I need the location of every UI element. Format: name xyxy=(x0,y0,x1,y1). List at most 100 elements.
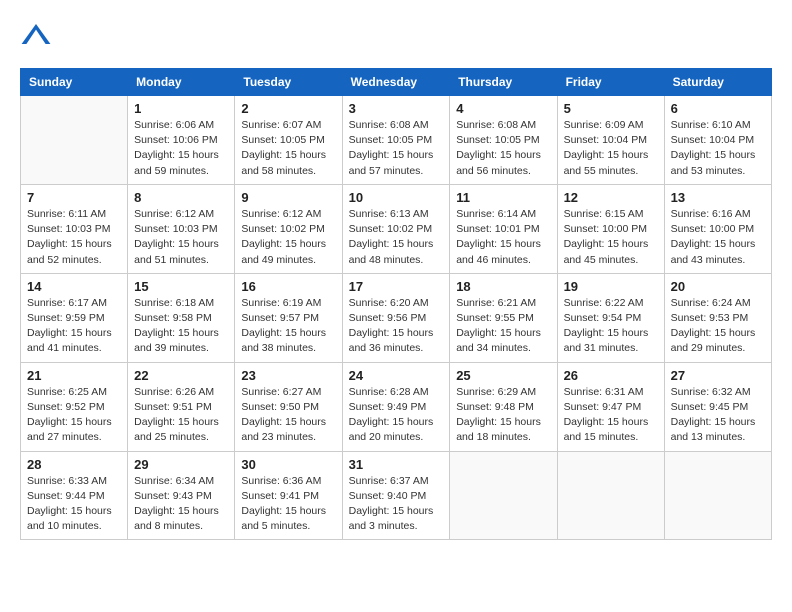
day-info: Sunrise: 6:11 AMSunset: 10:03 PMDaylight… xyxy=(27,207,121,268)
day-info: Sunrise: 6:32 AMSunset: 9:45 PMDaylight:… xyxy=(671,385,765,446)
day-number: 5 xyxy=(564,101,658,116)
day-info: Sunrise: 6:20 AMSunset: 9:56 PMDaylight:… xyxy=(349,296,444,357)
calendar-cell: 25 Sunrise: 6:29 AMSunset: 9:48 PMDayligh… xyxy=(450,362,557,451)
calendar-cell: 14 Sunrise: 6:17 AMSunset: 9:59 PMDayligh… xyxy=(21,273,128,362)
day-number: 13 xyxy=(671,190,765,205)
day-number: 9 xyxy=(241,190,335,205)
day-number: 19 xyxy=(564,279,658,294)
day-info: Sunrise: 6:09 AMSunset: 10:04 PMDaylight… xyxy=(564,118,658,179)
day-number: 14 xyxy=(27,279,121,294)
calendar-header-sunday: Sunday xyxy=(21,69,128,96)
day-info: Sunrise: 6:07 AMSunset: 10:05 PMDaylight… xyxy=(241,118,335,179)
calendar-week-row-3: 14 Sunrise: 6:17 AMSunset: 9:59 PMDayligh… xyxy=(21,273,772,362)
day-number: 28 xyxy=(27,457,121,472)
day-info: Sunrise: 6:25 AMSunset: 9:52 PMDaylight:… xyxy=(27,385,121,446)
calendar-cell: 20Sunrise: 6:24 AMSunset: 9:53 PMDayligh… xyxy=(664,273,771,362)
calendar-cell: 29 Sunrise: 6:34 AMSunset: 9:43 PMDayligh… xyxy=(128,451,235,540)
day-info: Sunrise: 6:36 AMSunset: 9:41 PMDaylight:… xyxy=(241,474,335,535)
day-info: Sunrise: 6:08 AMSunset: 10:05 PMDaylight… xyxy=(349,118,444,179)
day-info: Sunrise: 6:13 AMSunset: 10:02 PMDaylight… xyxy=(349,207,444,268)
calendar-cell: 18Sunrise: 6:21 AMSunset: 9:55 PMDayligh… xyxy=(450,273,557,362)
calendar-cell: 24 Sunrise: 6:28 AMSunset: 9:49 PMDayligh… xyxy=(342,362,450,451)
day-info: Sunrise: 6:12 AMSunset: 10:02 PMDaylight… xyxy=(241,207,335,268)
calendar-cell: 31 Sunrise: 6:37 AMSunset: 9:40 PMDayligh… xyxy=(342,451,450,540)
calendar-cell: 1Sunrise: 6:06 AMSunset: 10:06 PMDayligh… xyxy=(128,96,235,185)
calendar-week-row-4: 21 Sunrise: 6:25 AMSunset: 9:52 PMDayligh… xyxy=(21,362,772,451)
logo-icon xyxy=(20,20,52,52)
page-header xyxy=(20,20,772,52)
day-number: 29 xyxy=(134,457,228,472)
day-number: 27 xyxy=(671,368,765,383)
calendar-header-wednesday: Wednesday xyxy=(342,69,450,96)
calendar-cell: 17 Sunrise: 6:20 AMSunset: 9:56 PMDayligh… xyxy=(342,273,450,362)
calendar-cell: 13 Sunrise: 6:16 AMSunset: 10:00 PMDaylig… xyxy=(664,184,771,273)
calendar-cell: 5 Sunrise: 6:09 AMSunset: 10:04 PMDayligh… xyxy=(557,96,664,185)
day-info: Sunrise: 6:17 AMSunset: 9:59 PMDaylight:… xyxy=(27,296,121,357)
calendar-cell: 6Sunrise: 6:10 AMSunset: 10:04 PMDayligh… xyxy=(664,96,771,185)
calendar-cell: 15Sunrise: 6:18 AMSunset: 9:58 PMDayligh… xyxy=(128,273,235,362)
day-number: 16 xyxy=(241,279,335,294)
day-number: 1 xyxy=(134,101,228,116)
calendar-cell: 23Sunrise: 6:27 AMSunset: 9:50 PMDayligh… xyxy=(235,362,342,451)
day-info: Sunrise: 6:16 AMSunset: 10:00 PMDaylight… xyxy=(671,207,765,268)
day-info: Sunrise: 6:18 AMSunset: 9:58 PMDaylight:… xyxy=(134,296,228,357)
calendar-cell: 28 Sunrise: 6:33 AMSunset: 9:44 PMDayligh… xyxy=(21,451,128,540)
calendar-cell: 4Sunrise: 6:08 AMSunset: 10:05 PMDayligh… xyxy=(450,96,557,185)
day-number: 21 xyxy=(27,368,121,383)
day-number: 26 xyxy=(564,368,658,383)
calendar-cell: 27 Sunrise: 6:32 AMSunset: 9:45 PMDayligh… xyxy=(664,362,771,451)
logo xyxy=(20,20,58,52)
day-info: Sunrise: 6:26 AMSunset: 9:51 PMDaylight:… xyxy=(134,385,228,446)
calendar-cell xyxy=(664,451,771,540)
calendar-cell: 2 Sunrise: 6:07 AMSunset: 10:05 PMDayligh… xyxy=(235,96,342,185)
calendar-cell: 10Sunrise: 6:13 AMSunset: 10:02 PMDaylig… xyxy=(342,184,450,273)
calendar-week-row-2: 7 Sunrise: 6:11 AMSunset: 10:03 PMDayligh… xyxy=(21,184,772,273)
calendar-header-monday: Monday xyxy=(128,69,235,96)
calendar-header-thursday: Thursday xyxy=(450,69,557,96)
day-info: Sunrise: 6:19 AMSunset: 9:57 PMDaylight:… xyxy=(241,296,335,357)
day-number: 24 xyxy=(349,368,444,383)
day-info: Sunrise: 6:22 AMSunset: 9:54 PMDaylight:… xyxy=(564,296,658,357)
day-number: 2 xyxy=(241,101,335,116)
day-info: Sunrise: 6:08 AMSunset: 10:05 PMDaylight… xyxy=(456,118,550,179)
day-info: Sunrise: 6:33 AMSunset: 9:44 PMDaylight:… xyxy=(27,474,121,535)
calendar-cell xyxy=(21,96,128,185)
calendar-header-saturday: Saturday xyxy=(664,69,771,96)
day-number: 17 xyxy=(349,279,444,294)
day-info: Sunrise: 6:29 AMSunset: 9:48 PMDaylight:… xyxy=(456,385,550,446)
calendar-cell: 11 Sunrise: 6:14 AMSunset: 10:01 PMDaylig… xyxy=(450,184,557,273)
day-number: 11 xyxy=(456,190,550,205)
day-info: Sunrise: 6:14 AMSunset: 10:01 PMDaylight… xyxy=(456,207,550,268)
calendar-header-row: SundayMondayTuesdayWednesdayThursdayFrid… xyxy=(21,69,772,96)
day-info: Sunrise: 6:37 AMSunset: 9:40 PMDaylight:… xyxy=(349,474,444,535)
day-number: 31 xyxy=(349,457,444,472)
day-info: Sunrise: 6:28 AMSunset: 9:49 PMDaylight:… xyxy=(349,385,444,446)
day-number: 12 xyxy=(564,190,658,205)
day-info: Sunrise: 6:15 AMSunset: 10:00 PMDaylight… xyxy=(564,207,658,268)
calendar-cell: 19 Sunrise: 6:22 AMSunset: 9:54 PMDayligh… xyxy=(557,273,664,362)
calendar-cell: 30 Sunrise: 6:36 AMSunset: 9:41 PMDayligh… xyxy=(235,451,342,540)
day-number: 30 xyxy=(241,457,335,472)
day-number: 7 xyxy=(27,190,121,205)
day-number: 3 xyxy=(349,101,444,116)
calendar-cell: 22 Sunrise: 6:26 AMSunset: 9:51 PMDayligh… xyxy=(128,362,235,451)
calendar-cell: 21 Sunrise: 6:25 AMSunset: 9:52 PMDayligh… xyxy=(21,362,128,451)
calendar-week-row-1: 1Sunrise: 6:06 AMSunset: 10:06 PMDayligh… xyxy=(21,96,772,185)
calendar-cell: 12 Sunrise: 6:15 AMSunset: 10:00 PMDaylig… xyxy=(557,184,664,273)
day-info: Sunrise: 6:10 AMSunset: 10:04 PMDaylight… xyxy=(671,118,765,179)
calendar-cell: 16 Sunrise: 6:19 AMSunset: 9:57 PMDayligh… xyxy=(235,273,342,362)
day-info: Sunrise: 6:31 AMSunset: 9:47 PMDaylight:… xyxy=(564,385,658,446)
day-info: Sunrise: 6:34 AMSunset: 9:43 PMDaylight:… xyxy=(134,474,228,535)
day-info: Sunrise: 6:12 AMSunset: 10:03 PMDaylight… xyxy=(134,207,228,268)
calendar-cell xyxy=(450,451,557,540)
calendar-cell: 7 Sunrise: 6:11 AMSunset: 10:03 PMDayligh… xyxy=(21,184,128,273)
calendar-table: SundayMondayTuesdayWednesdayThursdayFrid… xyxy=(20,68,772,540)
calendar-cell: 8Sunrise: 6:12 AMSunset: 10:03 PMDayligh… xyxy=(128,184,235,273)
calendar-cell: 26 Sunrise: 6:31 AMSunset: 9:47 PMDayligh… xyxy=(557,362,664,451)
day-number: 25 xyxy=(456,368,550,383)
day-number: 22 xyxy=(134,368,228,383)
calendar-header-friday: Friday xyxy=(557,69,664,96)
day-number: 20 xyxy=(671,279,765,294)
calendar-header-tuesday: Tuesday xyxy=(235,69,342,96)
day-info: Sunrise: 6:27 AMSunset: 9:50 PMDaylight:… xyxy=(241,385,335,446)
